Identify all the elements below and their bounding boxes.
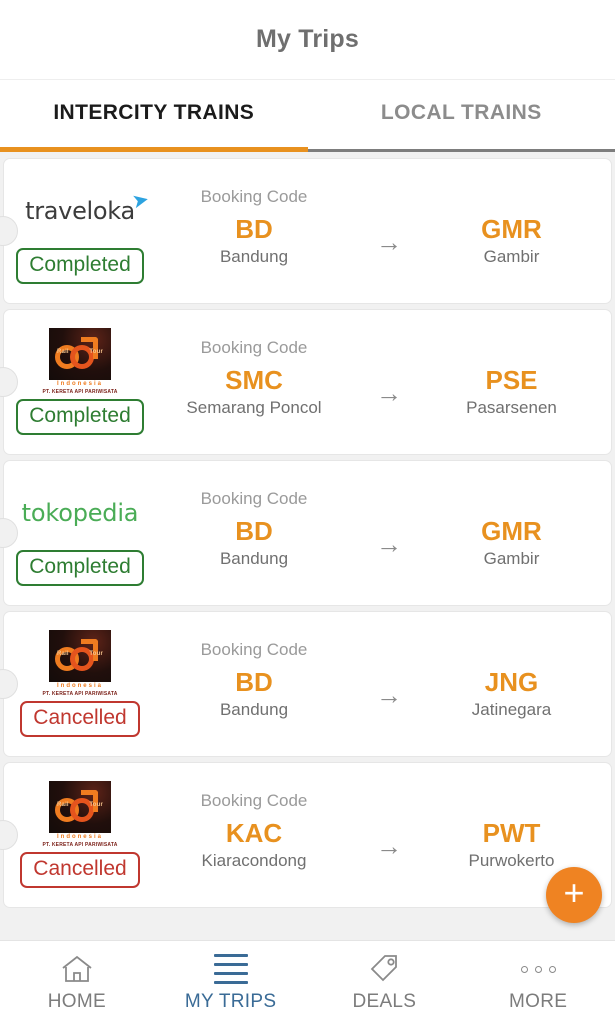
trip-card[interactable]: Rail Tour Indonesia PT. KERETA API PARIWISA… bbox=[0, 309, 612, 455]
origin-station: SMC Semarang Poncol bbox=[154, 364, 354, 419]
nav-item-my-trips-label: MY TRIPS bbox=[184, 991, 277, 1012]
provider-logo: Rail Tour Indonesia PT. KERETA API PARIWISA… bbox=[42, 328, 117, 395]
booking-code-label: Booking Code bbox=[200, 338, 308, 357]
origin-station-name: Bandung bbox=[219, 246, 289, 266]
provider-logo: tokopedia bbox=[22, 482, 139, 544]
trip-route: Booking Code BD Bandung → JNG Jatinegara bbox=[154, 612, 611, 756]
origin-station: BD Bandung bbox=[154, 213, 354, 268]
origin-station-name: Bandung bbox=[219, 699, 289, 719]
app-header: My Trips bbox=[0, 0, 615, 80]
route-arrow-icon: → bbox=[376, 831, 402, 861]
nav-item-home[interactable]: HOME bbox=[0, 952, 154, 1013]
add-trip-fab[interactable]: + bbox=[546, 867, 602, 923]
nav-item-more-label: MORE bbox=[509, 991, 568, 1012]
trip-card[interactable]: Rail Tour Indonesia PT. KERETA API PARIWISA… bbox=[0, 611, 612, 757]
destination-station-code: GMR bbox=[481, 214, 542, 245]
list-icon bbox=[213, 952, 248, 986]
trip-card-left: traveloka ➤ Completed bbox=[4, 159, 154, 303]
provider-logo: Rail Tour Indonesia PT. KERETA API PARIWISA… bbox=[42, 781, 117, 848]
traveloka-logo: traveloka ➤ bbox=[25, 186, 152, 225]
trip-card-left: Rail Tour Indonesia PT. KERETA API PARIWISA… bbox=[4, 763, 154, 907]
more-dots-icon bbox=[520, 952, 556, 986]
home-icon bbox=[60, 952, 94, 986]
railtour-logo: Rail Tour Indonesia PT. KERETA API PARIWISA… bbox=[42, 781, 117, 848]
booking-code-label: Booking Code bbox=[200, 791, 308, 810]
railtour-logo: Rail Tour Indonesia PT. KERETA API PARIWISA… bbox=[42, 630, 117, 697]
destination-station-code: JNG bbox=[484, 667, 539, 698]
nav-item-my-trips[interactable]: MY TRIPS bbox=[154, 952, 308, 1013]
trip-card-left: Rail Tour Indonesia PT. KERETA API PARIWISA… bbox=[4, 612, 154, 756]
destination-station-code: PSE bbox=[485, 365, 538, 396]
origin-station-code: SMC bbox=[225, 365, 283, 396]
origin-station-name: Kiaracondong bbox=[201, 850, 307, 870]
status-badge: Completed bbox=[16, 247, 144, 285]
origin-station-name: Semarang Poncol bbox=[186, 397, 322, 417]
trip-route: Booking Code SMC Semarang Poncol → PSE Pasars… bbox=[154, 310, 611, 454]
provider-logo: traveloka ➤ bbox=[25, 180, 152, 242]
provider-logo: Rail Tour Indonesia PT. KERETA API PARIWISA… bbox=[42, 630, 117, 697]
booking-code-label: Booking Code bbox=[200, 187, 308, 206]
destination-station: PWT Purwokerto bbox=[424, 817, 599, 872]
destination-station-code: PWT bbox=[482, 818, 541, 849]
destination-station-name: Gambir bbox=[483, 548, 540, 568]
bottom-navigation: HOME MY TRIPS DEALS MORE bbox=[0, 940, 615, 1024]
status-badge: Completed bbox=[16, 398, 144, 436]
destination-station: PSE Pasarsenen bbox=[424, 364, 599, 419]
booking-code-label: Booking Code bbox=[200, 640, 308, 659]
trip-card[interactable]: traveloka ➤ Completed Booking Code BD Bandung… bbox=[0, 158, 612, 304]
status-badge: Cancelled bbox=[20, 851, 140, 889]
tag-icon bbox=[368, 952, 400, 986]
nav-item-deals[interactable]: DEALS bbox=[308, 952, 462, 1013]
tokopedia-logo: tokopedia bbox=[21, 498, 139, 527]
origin-station: KAC Kiaracondong bbox=[154, 817, 354, 872]
page-title: My Trips bbox=[255, 25, 360, 53]
origin-station-code: KAC bbox=[225, 818, 283, 849]
trip-card-left: Rail Tour Indonesia PT. KERETA API PARIWISA… bbox=[4, 310, 154, 454]
destination-station-name: Pasarsenen bbox=[466, 397, 557, 417]
destination-station: GMR Gambir bbox=[424, 213, 599, 268]
my-trips-screen: My Trips INTERCITY TRAINS LOCAL TRAINS t… bbox=[0, 0, 615, 1024]
trip-card-left: tokopedia Completed bbox=[4, 461, 154, 605]
route-arrow-icon: → bbox=[376, 529, 402, 559]
booking-code-label: Booking Code bbox=[200, 489, 308, 508]
destination-station-name: Jatinegara bbox=[471, 699, 552, 719]
trip-card[interactable]: tokopedia Completed Booking Code BD Bandung →… bbox=[0, 460, 612, 606]
nav-item-home-label: HOME bbox=[47, 991, 106, 1012]
trip-list[interactable]: traveloka ➤ Completed Booking Code BD Bandung… bbox=[0, 152, 615, 940]
nav-item-deals-label: DEALS bbox=[352, 991, 417, 1012]
tab-active-indicator bbox=[0, 147, 308, 152]
route-arrow-icon: → bbox=[376, 378, 402, 408]
origin-station-code: BD bbox=[235, 214, 273, 245]
origin-station-name: Bandung bbox=[219, 548, 289, 568]
tab-intercity-trains[interactable]: INTERCITY TRAINS bbox=[0, 80, 308, 152]
destination-station: GMR Gambir bbox=[424, 515, 599, 570]
route-arrow-icon: → bbox=[376, 680, 402, 710]
origin-station: BD Bandung bbox=[154, 666, 354, 721]
nav-item-more[interactable]: MORE bbox=[461, 952, 615, 1013]
destination-station: JNG Jatinegara bbox=[424, 666, 599, 721]
tab-intercity-trains-label: INTERCITY TRAINS bbox=[53, 101, 255, 124]
destination-station-name: Gambir bbox=[483, 246, 540, 266]
trip-route: Booking Code KAC Kiaracondong → PWT Purwokert… bbox=[154, 763, 611, 907]
tab-local-trains[interactable]: LOCAL TRAINS bbox=[308, 80, 615, 152]
trip-card[interactable]: Rail Tour Indonesia PT. KERETA API PARIWISA… bbox=[0, 762, 612, 908]
status-badge: Completed bbox=[16, 549, 144, 587]
route-arrow-icon: → bbox=[376, 227, 402, 257]
plus-icon: + bbox=[563, 872, 585, 913]
trip-route: Booking Code BD Bandung → GMR Gambir bbox=[154, 159, 611, 303]
origin-station: BD Bandung bbox=[154, 515, 354, 570]
railtour-logo: Rail Tour Indonesia PT. KERETA API PARIWISA… bbox=[42, 328, 117, 395]
trip-route: Booking Code BD Bandung → GMR Gambir bbox=[154, 461, 611, 605]
origin-station-code: BD bbox=[235, 667, 273, 698]
destination-station-code: GMR bbox=[481, 516, 542, 547]
status-badge: Cancelled bbox=[20, 700, 140, 738]
tab-local-trains-label: LOCAL TRAINS bbox=[380, 101, 542, 124]
traveloka-bird-icon: ➤ bbox=[130, 186, 152, 214]
tab-bar: INTERCITY TRAINS LOCAL TRAINS bbox=[0, 80, 615, 152]
origin-station-code: BD bbox=[235, 516, 273, 547]
